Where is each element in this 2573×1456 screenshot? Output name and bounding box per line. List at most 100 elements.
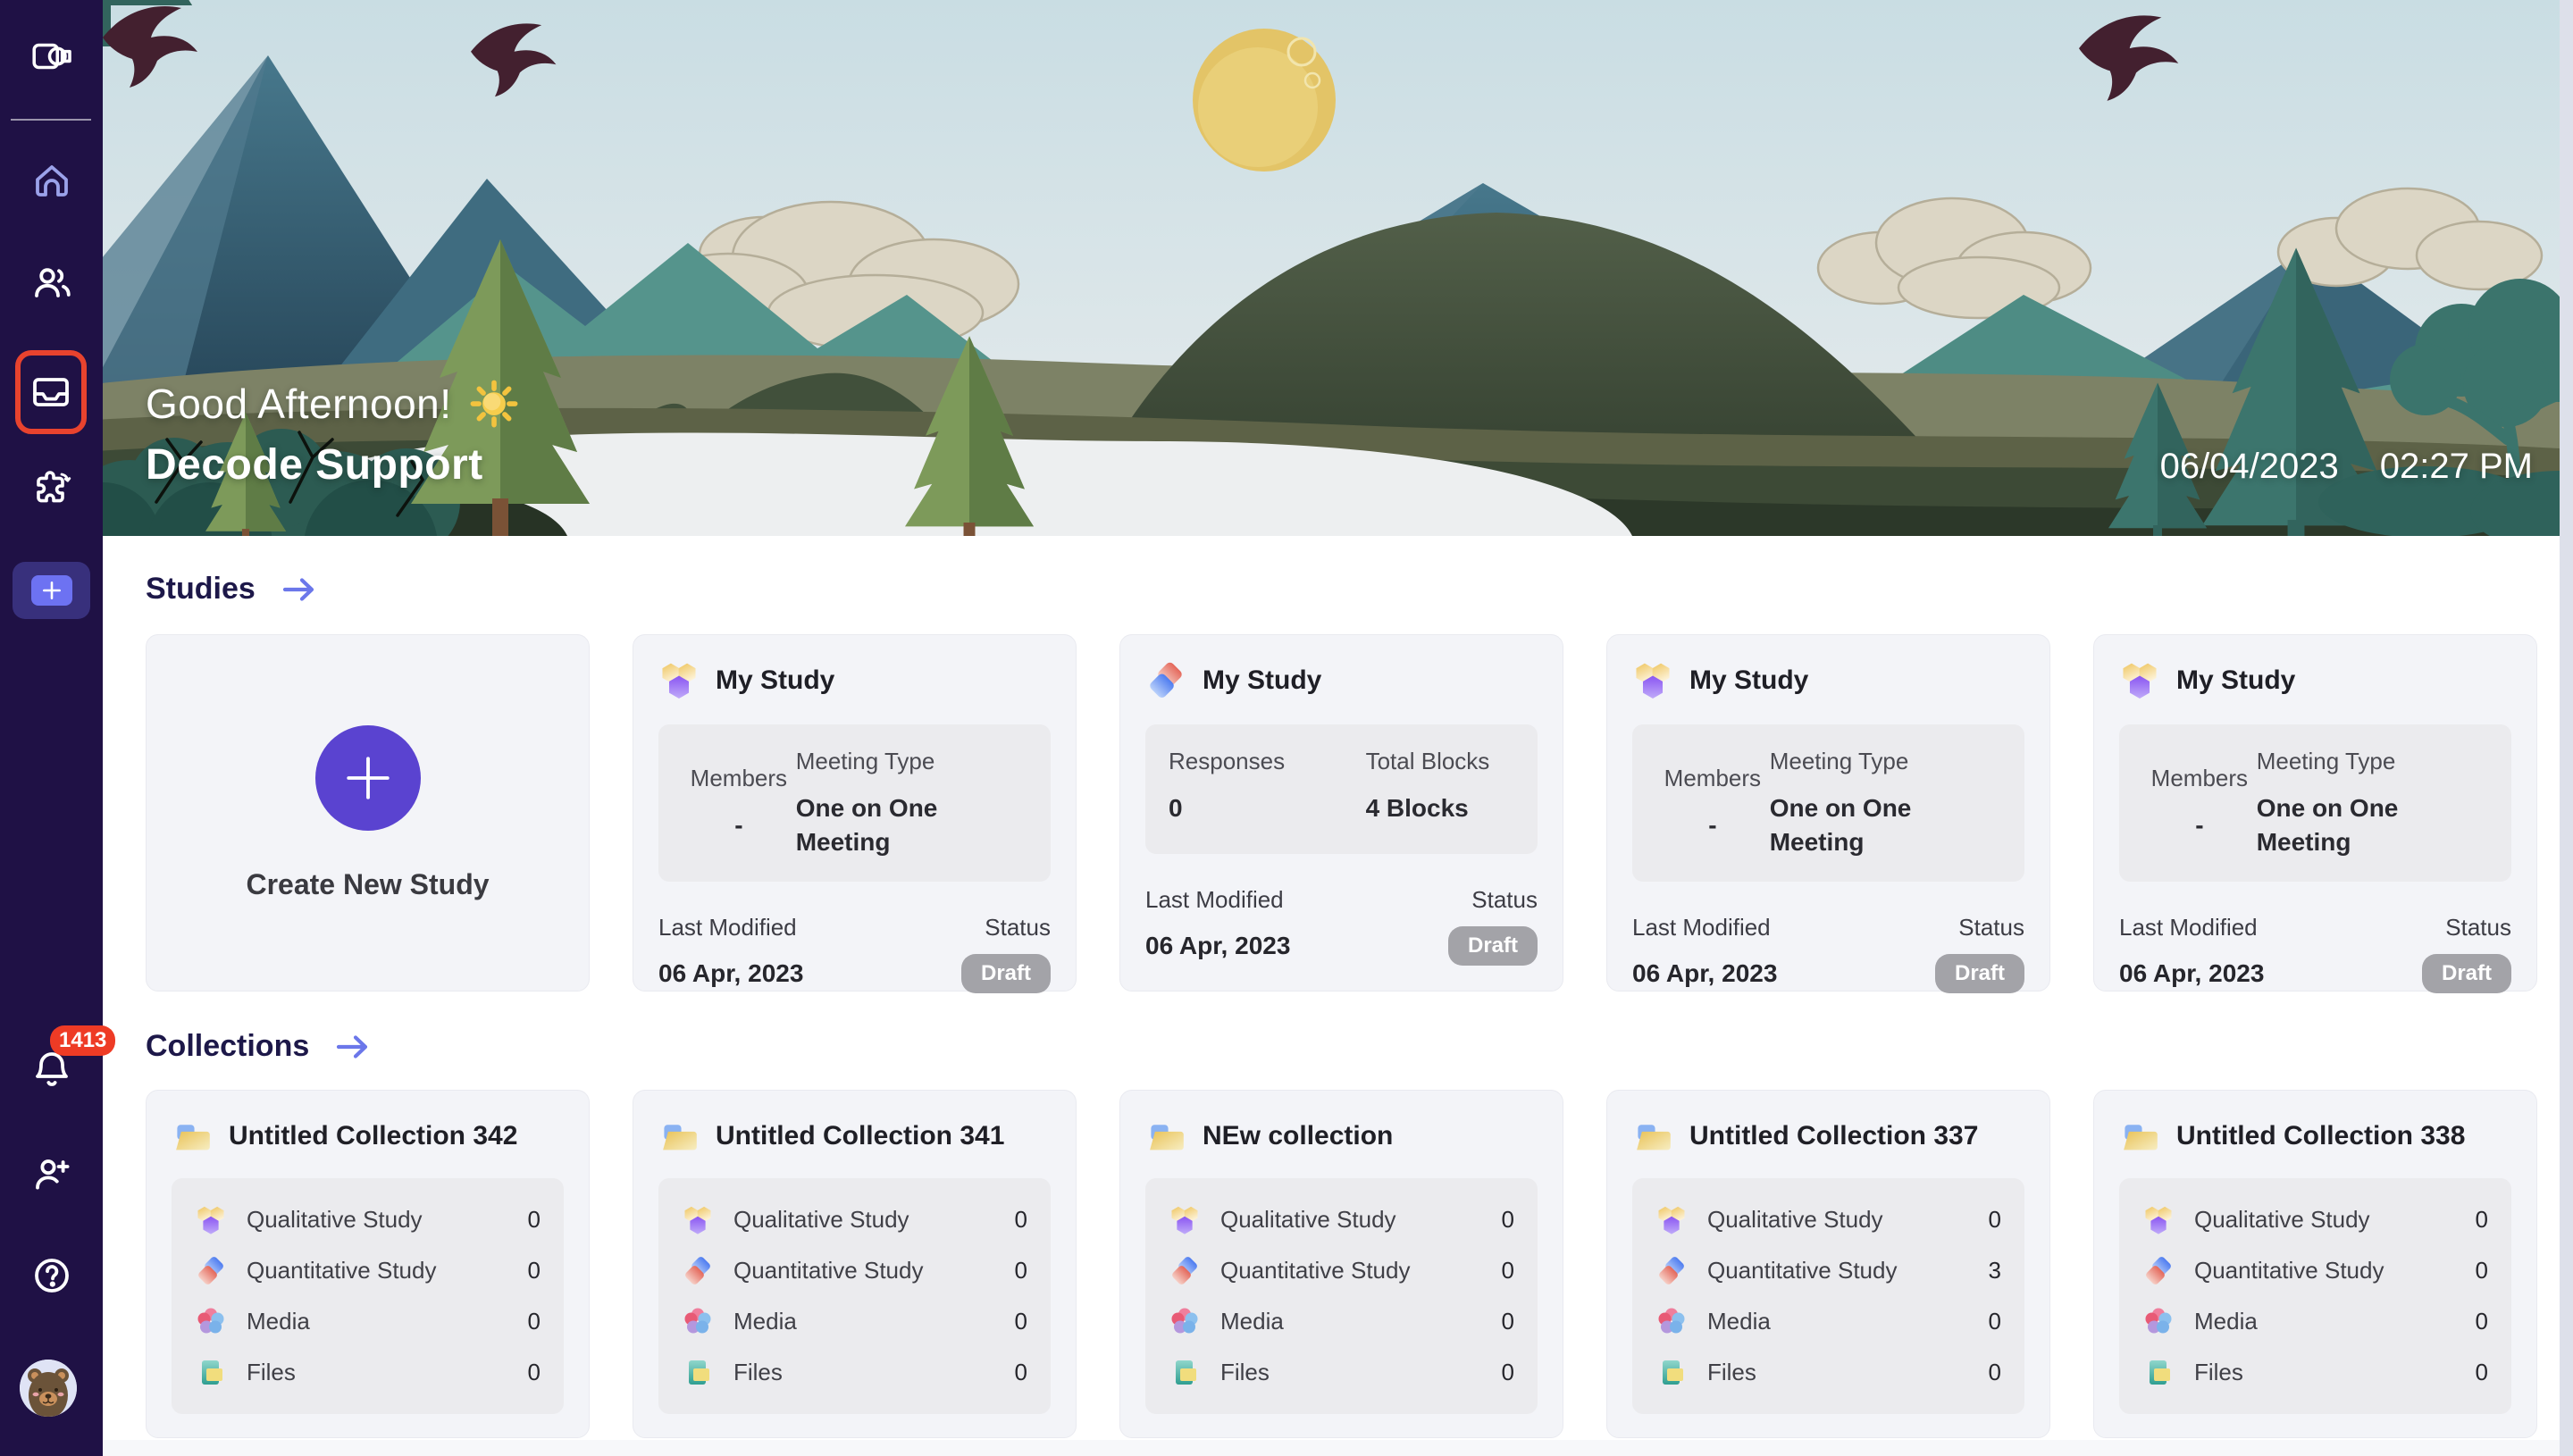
collection-card[interactable]: Untitled Collection 338 Qualitative Stud… [2093,1090,2537,1438]
row-count: 0 [528,1359,541,1386]
row-label: Media [247,1308,508,1335]
collection-card[interactable]: Untitled Collection 337 Qualitative Stud… [1606,1090,2050,1438]
status-block: Status Draft [2422,914,2511,993]
study-card-footer: Last Modified 06 Apr, 2023 Status Draft [1145,886,1538,966]
row-count: 0 [528,1257,541,1284]
status-label: Status [985,914,1051,941]
stat-value: One on One Meeting [796,791,984,859]
row-count: 3 [1989,1257,2001,1284]
sun-emoji [470,380,518,428]
row-label: Files [247,1359,508,1386]
stat-value: - [1655,808,1770,842]
row-label: Files [1220,1359,1482,1386]
greeting-text: Good Afternoon! [146,380,452,428]
stat-label: Members [2142,765,2257,792]
studies-title: Studies [146,572,256,607]
collection-rows: Qualitative Study 0 Quantitative Study 0… [2119,1178,2511,1414]
app-logo-icon[interactable] [0,34,103,79]
sidebar-item-help[interactable] [0,1254,103,1297]
row-count: 0 [528,1308,541,1335]
collection-card-title: Untitled Collection 338 [2176,1121,2465,1151]
collection-row: Qualitative Study 0 [682,1194,1027,1245]
horizontal-scrollbar[interactable] [103,1440,2560,1456]
study-card[interactable]: My Study Members - Meeting Type One on O… [633,634,1077,992]
stat-cell: Members - [2142,765,2257,842]
last-modified-block: Last Modified 06 Apr, 2023 [2119,914,2264,988]
row-count: 0 [1502,1359,1514,1386]
stat-value: - [682,808,796,842]
study-stats: Members - Meeting Type One on One Meetin… [658,724,1051,882]
collection-card-header: Untitled Collection 342 [172,1116,564,1157]
study-card-title: My Study [1689,665,1808,696]
row-count: 0 [1015,1257,1027,1284]
sidebar-item-integrations[interactable] [0,468,103,511]
status-block: Status Draft [1448,886,1538,966]
status-badge: Draft [961,954,1051,993]
files-icon [1169,1357,1201,1389]
collection-card-title: Untitled Collection 337 [1689,1121,1978,1151]
collection-row: Quantitative Study 0 [1169,1245,1514,1296]
study-stats: Members - Meeting Type One on One Meetin… [2119,724,2511,882]
quantitative-study-icon [195,1255,227,1287]
row-count: 0 [1015,1359,1027,1386]
create-study-plus-button[interactable] [315,725,421,831]
status-badge: Draft [1935,954,2024,993]
study-card-header: My Study [1632,660,2024,701]
plus-icon [342,752,394,804]
create-new-button[interactable] [31,575,72,606]
row-count: 0 [2476,1308,2488,1335]
sidebar-item-home[interactable] [0,159,103,202]
row-label: Quantitative Study [1220,1257,1482,1284]
collection-row: Quantitative Study 0 [195,1245,541,1296]
study-card[interactable]: My Study Members - Meeting Type One on O… [1606,634,2050,992]
studies-arrow-icon[interactable] [282,576,316,603]
collection-card-header: Untitled Collection 337 [1632,1116,2024,1157]
study-card-footer: Last Modified 06 Apr, 2023 Status Draft [2119,914,2511,993]
collection-card[interactable]: NEw collection Qualitative Study 0 Quant… [1119,1090,1563,1438]
create-new-study-card[interactable]: Create New Study [146,634,590,992]
stat-value: One on One Meeting [1770,791,1957,859]
qualitative-study-icon [1655,1204,1688,1236]
collection-card[interactable]: Untitled Collection 341 Qualitative Stud… [633,1090,1077,1438]
vertical-scrollbar[interactable] [2560,0,2573,1456]
collection-row: Quantitative Study 0 [682,1245,1027,1296]
stat-cell: Responses 0 [1169,748,1366,831]
status-label: Status [1471,886,1538,914]
stat-label: Meeting Type [1770,748,2001,775]
inbox-icon [29,371,72,414]
qualitative-study-icon [2119,660,2160,701]
last-modified-block: Last Modified 06 Apr, 2023 [658,914,803,988]
stat-label: Total Blocks [1366,748,1514,775]
collection-card-list: Untitled Collection 342 Qualitative Stud… [146,1090,2537,1438]
collection-card[interactable]: Untitled Collection 342 Qualitative Stud… [146,1090,590,1438]
collection-row: Files 0 [2142,1347,2488,1398]
profile-avatar[interactable] [20,1360,77,1417]
files-icon [1655,1357,1688,1389]
row-label: Files [1707,1359,1969,1386]
row-label: Qualitative Study [247,1206,508,1234]
quantitative-study-icon [1145,660,1186,701]
row-label: Files [733,1359,995,1386]
collections-arrow-icon[interactable] [336,1033,370,1060]
study-card[interactable]: My Study Responses 0 Total Blocks 4 Bloc… [1119,634,1563,992]
dashboard-page: 1413 [0,0,2573,1456]
media-icon [2142,1306,2175,1338]
row-count: 0 [1502,1308,1514,1335]
sidebar-item-inbox[interactable] [21,371,81,414]
stat-label: Members [1655,765,1770,792]
create-new-wrap [13,562,90,619]
collection-row: Media 0 [682,1296,1027,1347]
media-icon [1655,1306,1688,1338]
sidebar-item-team[interactable] [0,261,103,304]
sidebar-divider [11,119,91,121]
files-icon [2142,1357,2175,1389]
folder-icon [658,1116,700,1157]
users-icon [30,261,73,304]
inbox-highlight-ring [15,350,87,434]
status-label: Status [1958,914,2024,941]
hero-time: 02:27 PM [2380,447,2533,487]
study-card[interactable]: My Study Members - Meeting Type One on O… [2093,634,2537,992]
sidebar-item-invite-member[interactable] [0,1152,103,1195]
qualitative-study-icon [658,660,700,701]
stat-label: Responses [1169,748,1366,775]
